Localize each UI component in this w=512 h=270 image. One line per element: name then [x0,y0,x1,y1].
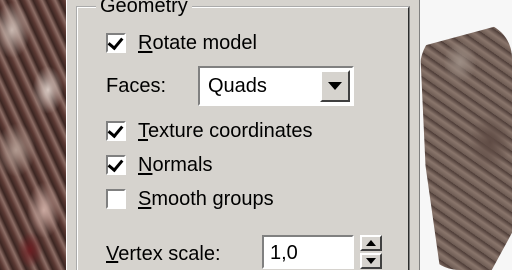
vertex-scale-spinner[interactable] [360,235,382,269]
faces-label: Faces: [106,75,167,97]
smooth-groups-checkbox[interactable] [106,189,126,209]
faces-select[interactable]: Quads [198,66,354,106]
rotate-model-checkbox[interactable] [106,33,126,53]
texture-coordinates-option[interactable]: Texture coordinates [106,116,313,146]
vertex-scale-decrement-button[interactable] [360,253,382,269]
export-options-panel: Geometry Rotate model Faces: Quads Textu… [66,0,420,270]
scene-background-right [420,0,512,270]
normals-checkbox[interactable] [106,155,126,175]
normals-label: Normals [138,154,213,176]
creature-model-render [420,22,512,270]
smooth-groups-option[interactable]: Smooth groups [106,184,274,214]
chevron-down-icon [366,258,376,264]
geometry-groupbox-title: Geometry [96,0,192,16]
geometry-groupbox: Geometry Rotate model Faces: Quads Textu… [76,0,410,270]
vertex-scale-increment-button[interactable] [360,235,382,251]
rotate-model-label: Rotate model [138,32,257,54]
vertex-scale-label: Vertex scale: [106,243,221,265]
scene-background-left [0,0,66,270]
texture-coordinates-label: Texture coordinates [138,120,313,142]
rotate-model-option[interactable]: Rotate model [106,28,257,58]
faces-selected-value: Quads [208,75,267,97]
texture-coordinates-checkbox[interactable] [106,121,126,141]
chevron-up-icon [366,240,376,246]
faces-dropdown-button[interactable] [320,70,350,102]
normals-option[interactable]: Normals [106,150,212,180]
vertex-scale-value: 1,0 [270,242,298,264]
smooth-groups-label: Smooth groups [138,188,274,210]
chevron-down-icon [328,82,342,90]
vertex-scale-input[interactable]: 1,0 [262,235,354,269]
